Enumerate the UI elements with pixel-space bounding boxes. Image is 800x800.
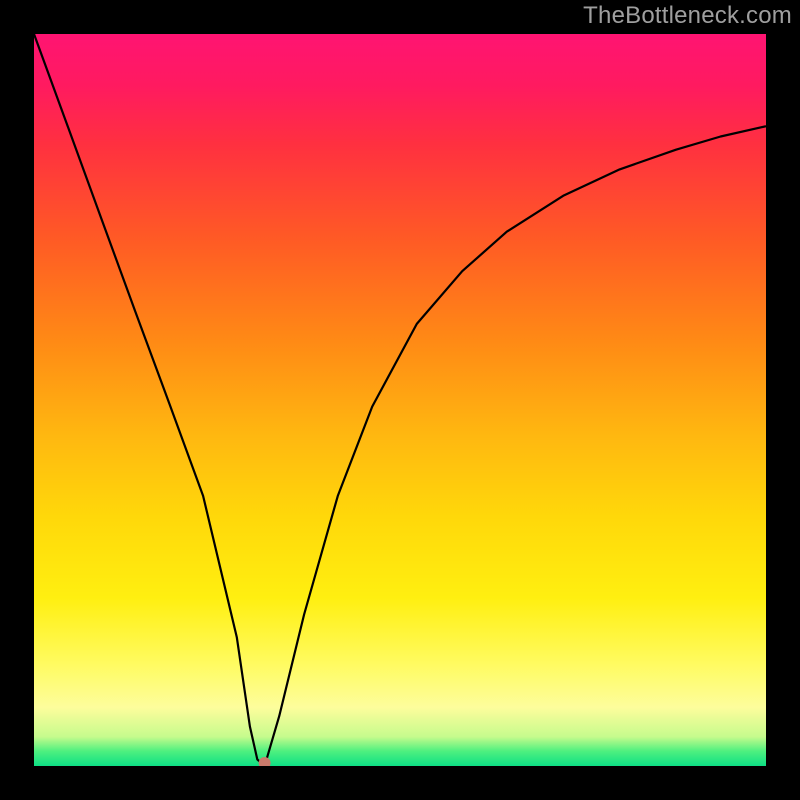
plot-area: [34, 34, 766, 766]
bottleneck-curve: [34, 34, 766, 766]
curve-layer: [34, 34, 766, 766]
attribution-text: TheBottleneck.com: [583, 2, 792, 30]
minimum-marker: [259, 757, 271, 766]
chart-frame: TheBottleneck.com: [0, 0, 800, 800]
